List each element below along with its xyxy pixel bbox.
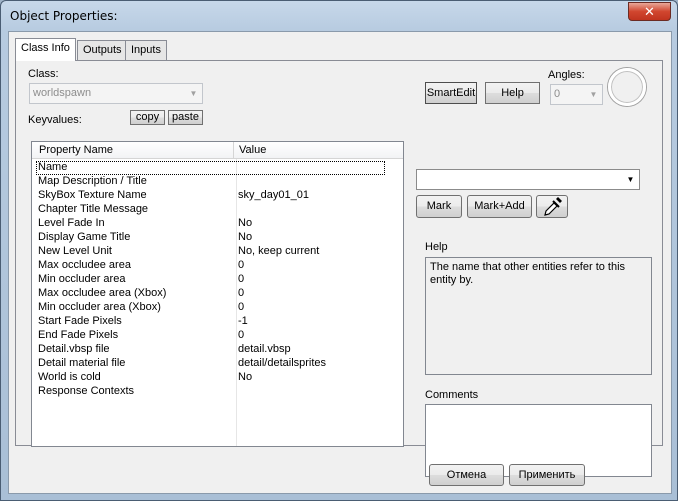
property-name-cell: SkyBox Texture Name [38,189,147,201]
close-button[interactable]: ✕ [628,2,671,21]
column-header-property-name[interactable]: Property Name [39,144,113,156]
tab-inputs[interactable]: Inputs [125,40,167,60]
table-row[interactable]: Chapter Title Message [32,203,403,217]
table-row[interactable]: New Level Unit No, keep current [32,245,403,259]
comments-label: Comments [425,389,479,401]
table-row[interactable]: Max occludee area 0 [32,259,403,273]
table-row[interactable]: Max occludee area (Xbox) 0 [32,287,403,301]
class-value: worldspawn [33,87,92,99]
cancel-button[interactable]: Отмена [429,464,504,486]
table-row[interactable]: Min occluder area 0 [32,273,403,287]
paste-button[interactable]: paste [168,110,203,125]
mark-target-select[interactable]: ▼ [416,169,640,190]
property-name-cell: Detail material file [38,357,126,369]
property-value-cell: sky_day01_01 [238,189,309,201]
keyvalues-label: Keyvalues: [28,114,82,126]
property-value-cell: No [238,217,253,229]
eyedropper-button[interactable] [536,195,568,218]
property-name-cell: Map Description / Title [38,175,147,187]
help-button[interactable]: Help [485,82,540,104]
smartedit-toggle[interactable]: SmartEdit [425,82,477,104]
object-properties-window: Object Properties: ✕ Class Info Outputs … [0,0,678,501]
chevron-down-icon: ▼ [589,90,598,99]
property-value-cell: 0 [238,301,245,313]
apply-button[interactable]: Применить [509,464,585,486]
property-value-cell: 0 [238,259,245,271]
property-value-cell: detail/detailsprites [238,357,327,369]
property-value-cell: 0 [238,287,245,299]
tab-outputs[interactable]: Outputs [77,40,128,60]
window-title: Object Properties: [10,9,118,23]
property-name-cell: Min occluder area (Xbox) [38,301,161,313]
chevron-down-icon: ▼ [189,89,198,98]
tab-label: Outputs [83,44,122,56]
angle-dial[interactable] [608,68,646,106]
table-row[interactable]: Map Description / Title [32,175,403,189]
table-row[interactable]: Display Game Title No [32,231,403,245]
property-value-cell: 0 [238,273,245,285]
class-label: Class: [28,68,59,80]
property-name-cell: Chapter Title Message [38,203,149,215]
table-row[interactable]: Response Contexts [32,385,403,399]
table-row[interactable]: SkyBox Texture Name sky_day01_01 [32,189,403,203]
property-name-cell: Start Fade Pixels [38,315,122,327]
property-name-cell: Level Fade In [38,217,105,229]
property-value-cell: 0 [238,329,245,341]
class-select[interactable]: worldspawn ▼ [29,83,203,104]
property-name-cell: Display Game Title [38,231,131,243]
angles-label: Angles: [548,69,585,81]
property-name-cell: Max occludee area (Xbox) [38,287,167,299]
table-header: Property Name Value [32,142,403,159]
title-bar[interactable]: Object Properties: ✕ [1,1,677,31]
property-value-cell: No [238,231,253,243]
keyvalues-table[interactable]: Property Name Value Name Map Description … [31,141,404,447]
property-name-cell: Max occludee area [38,259,131,271]
mark-add-button[interactable]: Mark+Add [467,195,532,218]
column-divider[interactable] [233,142,234,159]
mark-button[interactable]: Mark [416,195,462,218]
table-row[interactable]: Detail.vbsp file detail.vbsp [32,343,403,357]
angles-select[interactable]: 0 ▼ [550,84,603,105]
property-name-cell: New Level Unit [38,245,112,257]
property-name-cell: Response Contexts [38,385,134,397]
table-row[interactable]: Level Fade In No [32,217,403,231]
table-row[interactable]: Name [36,161,385,175]
tab-label: Class Info [21,42,70,54]
property-value-cell: No [238,371,253,383]
table-row[interactable]: Detail material file detail/detailsprites [32,357,403,371]
dialog-client: Class Info Outputs Inputs Class: worldsp… [8,31,672,494]
table-row[interactable]: World is cold No [32,371,403,385]
close-icon: ✕ [644,4,655,19]
property-name-cell: Min occluder area [38,273,126,285]
property-name-cell: Detail.vbsp file [38,343,110,355]
help-text: The name that other entities refer to th… [430,261,626,286]
tab-label: Inputs [131,44,161,56]
property-value-cell: detail.vbsp [238,343,291,355]
property-name-cell: World is cold [38,371,101,383]
tab-class-info[interactable]: Class Info [15,38,76,61]
column-header-value[interactable]: Value [239,144,266,156]
table-row[interactable]: Start Fade Pixels -1 [32,315,403,329]
property-value-cell: No, keep current [238,245,320,257]
property-name-cell: End Fade Pixels [38,329,119,341]
chevron-down-icon: ▼ [626,175,635,184]
table-row[interactable]: Min occluder area (Xbox) 0 [32,301,403,315]
copy-button[interactable]: copy [130,110,165,125]
angles-value: 0 [554,88,561,100]
help-label: Help [425,241,448,253]
help-text-box: The name that other entities refer to th… [425,257,652,375]
table-row[interactable]: End Fade Pixels 0 [32,329,403,343]
property-name-cell: Name [38,161,68,173]
eyedropper-icon [544,197,562,216]
property-value-cell: -1 [238,315,248,327]
